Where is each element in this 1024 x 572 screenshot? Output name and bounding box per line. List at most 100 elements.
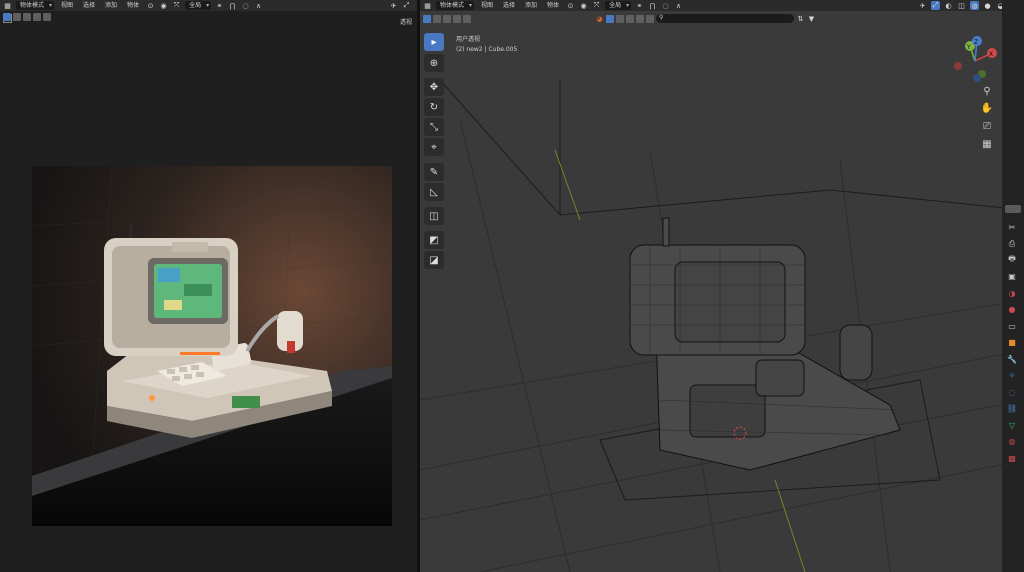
world-tab[interactable]: ● [1005, 303, 1019, 317]
collection-tab[interactable]: ▭ [1005, 319, 1019, 333]
select-invert-button[interactable] [453, 14, 461, 23]
modifier-tab[interactable]: 🔧 [1005, 352, 1019, 366]
viewport-canvas[interactable] [420, 0, 1024, 572]
scale-tool[interactable]: ⤡ [424, 118, 444, 136]
shading-wire-icon[interactable]: ◍ [970, 1, 979, 10]
sort-icon[interactable]: ⇅ [796, 14, 805, 23]
shading-solid-icon[interactable]: ● [983, 1, 992, 10]
select-new-button[interactable] [423, 14, 431, 23]
filter-other-button[interactable] [646, 14, 654, 23]
annotate-tool[interactable]: ✎ [424, 163, 444, 181]
proportional-icon[interactable]: ◌ [241, 1, 250, 10]
transform-icon: ⌖ [431, 141, 437, 153]
overlay-icon[interactable]: ✈ [389, 1, 398, 10]
visibility-icon[interactable]: ✈ [918, 1, 927, 10]
menu-add[interactable]: 添加 [102, 0, 120, 11]
rotate-tool[interactable]: ↻ [424, 98, 444, 116]
constraints-tab[interactable]: ⛓ [1005, 402, 1019, 416]
mode-dropdown[interactable]: 物体模式 [16, 1, 55, 10]
menu-view[interactable]: 视图 [478, 0, 496, 11]
filter-camera-button[interactable] [616, 14, 624, 23]
orientation-icon[interactable]: ⤧ [172, 1, 181, 10]
object-tab[interactable]: ■ [1005, 336, 1019, 350]
menu-object[interactable]: 物体 [544, 0, 562, 11]
select-invert-button[interactable] [33, 13, 41, 21]
output-tab[interactable]: 🖶 [1005, 253, 1019, 267]
select-extend-button[interactable] [433, 14, 441, 23]
filter-light-button[interactable] [626, 14, 634, 23]
annotate-icon: ✎ [429, 166, 439, 178]
proportional-icon[interactable]: ◌ [661, 1, 670, 10]
gizmo-icon[interactable]: ⤢ [402, 1, 411, 10]
hand-icon[interactable]: ✋ [979, 100, 995, 116]
nav-gizmo[interactable]: X Y Z [950, 36, 1000, 86]
transform-orientation-dropdown[interactable]: 全局 [605, 1, 632, 10]
scale-icon: ⤡ [430, 121, 438, 133]
material-tab[interactable]: ◍ [1005, 435, 1019, 449]
menu-select[interactable]: 选择 [500, 0, 518, 11]
filter-empty-button[interactable] [636, 14, 644, 23]
gizmo-icon[interactable]: ⤢ [931, 1, 940, 10]
link-icon[interactable]: ⚭ [635, 1, 644, 10]
pivot-icon[interactable]: ⊙ [566, 1, 575, 10]
orientation-icon[interactable]: ⤧ [592, 1, 601, 10]
menu-add[interactable]: 添加 [522, 0, 540, 11]
cursor-icon: ⊕ [429, 57, 439, 69]
overlay-icon[interactable]: ◐ [944, 1, 953, 10]
pivot-icon[interactable]: ⊙ [146, 1, 155, 10]
render-tab[interactable]: ⎙ [1005, 237, 1019, 251]
camera-icon[interactable]: ⎚ [979, 118, 995, 134]
extrude-tool[interactable]: ◩ [424, 231, 444, 249]
grid-icon[interactable]: ▦ [979, 136, 995, 152]
select-intersect-button[interactable] [43, 13, 51, 21]
measure-tool[interactable]: ◺ [424, 183, 444, 201]
gizmo-x-label: X [989, 51, 993, 58]
scene-tab[interactable]: ◑ [1005, 286, 1019, 300]
viewport-3d[interactable]: ▦ 物体模式 视图 选择 添加 物体 ⊙ ◉ ⤧ 全局 ⚭ ⋂ ◌ ∧ ✈ ⤢ … [420, 0, 1024, 572]
editor-type-icon[interactable]: ▦ [423, 1, 432, 10]
snap-icon[interactable]: ◉ [159, 1, 168, 10]
knife-tool[interactable]: ◪ [424, 251, 444, 269]
snap-icon[interactable]: ◉ [579, 1, 588, 10]
select-subtract-button[interactable] [23, 13, 31, 21]
tool-tab[interactable]: ✂ [1005, 220, 1019, 234]
move-tool[interactable]: ✥ [424, 78, 444, 96]
view-layer-tab[interactable]: ▣ [1005, 270, 1019, 284]
magnet-icon[interactable]: ⋂ [648, 1, 657, 10]
menu-select[interactable]: 选择 [80, 0, 98, 11]
physics-tab[interactable]: ◌ [1005, 385, 1019, 399]
select-subtract-button[interactable] [443, 14, 451, 23]
select-new-button[interactable] [3, 13, 11, 21]
menu-object[interactable]: 物体 [124, 0, 142, 11]
falloff-icon[interactable]: ∧ [674, 1, 683, 10]
editor-type-icon[interactable]: ▦ [3, 1, 12, 10]
zoom-icon[interactable]: ⚲ [979, 83, 995, 99]
left-image-editor: ▦ 物体模式 视图 选择 添加 物体 ⊙ ◉ ⤧ 全局 ⚭ ⋂ ◌ ∧ ✈ ⤢ … [0, 0, 417, 572]
transform-orientation-dropdown[interactable]: 全局 [185, 1, 212, 10]
falloff-icon[interactable]: ∧ [254, 1, 263, 10]
color-wheel-icon[interactable]: ◕ [595, 14, 604, 23]
add-cube-tool[interactable]: ◫ [424, 207, 444, 225]
data-tab[interactable]: ▽ [1005, 418, 1019, 432]
filter-mesh-button[interactable] [606, 14, 614, 23]
left-header: ▦ 物体模式 视图 选择 添加 物体 ⊙ ◉ ⤧ 全局 ⚭ ⋂ ◌ ∧ ✈ ⤢ [0, 0, 417, 11]
particles-tab[interactable]: ✧ [1005, 369, 1019, 383]
tab-strip-handle[interactable] [1005, 205, 1021, 213]
gizmo-z-label: Z [974, 39, 978, 46]
menu-view[interactable]: 视图 [58, 0, 76, 11]
cursor-tool[interactable]: ⊕ [424, 54, 444, 72]
link-icon[interactable]: ⚭ [215, 1, 224, 10]
transform-tool[interactable]: ⌖ [424, 138, 444, 156]
left-subheader: ▸ [0, 11, 417, 26]
xray-icon[interactable]: ◫ [957, 1, 966, 10]
select-box-tool[interactable]: ▸ [424, 33, 444, 51]
filter-icon[interactable]: ▼ [807, 14, 816, 23]
options-label[interactable]: 透视 [400, 17, 412, 26]
select-extend-button[interactable] [13, 13, 21, 21]
gizmo-y-label: Y [966, 44, 971, 51]
select-intersect-button[interactable] [463, 14, 471, 23]
search-input[interactable]: ⚲ [656, 14, 794, 23]
mode-dropdown[interactable]: 物体模式 [436, 1, 475, 10]
texture-tab[interactable]: ▩ [1005, 451, 1019, 465]
magnet-icon[interactable]: ⋂ [228, 1, 237, 10]
